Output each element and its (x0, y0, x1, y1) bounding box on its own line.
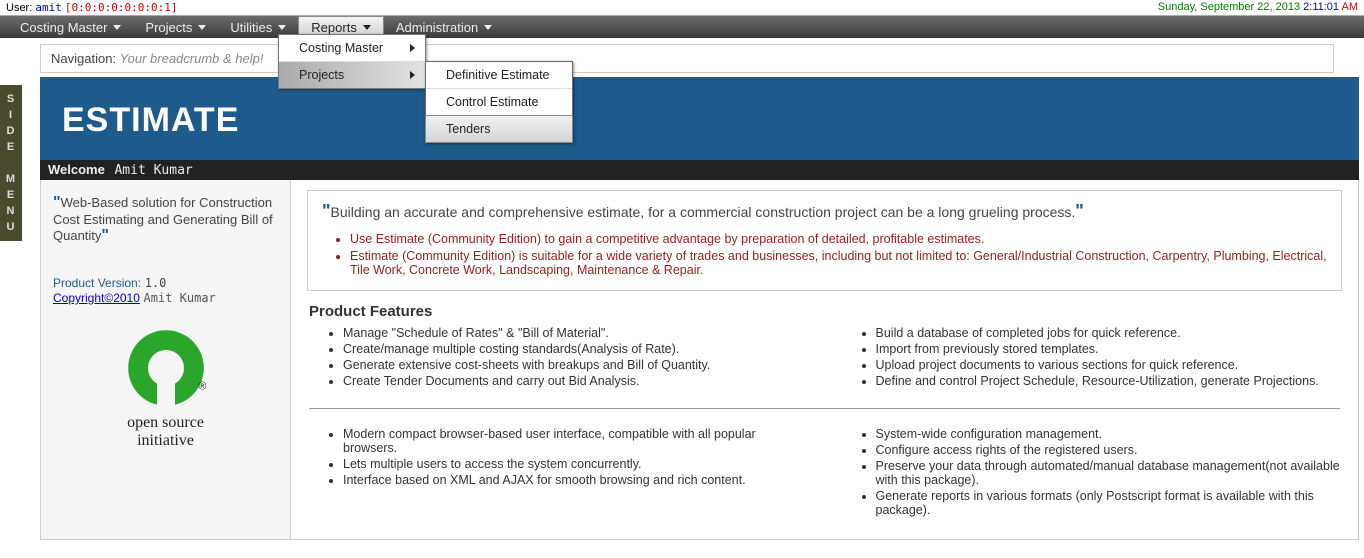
list-item: Build a database of completed jobs for q… (876, 326, 1343, 340)
osi-label-2: initiative (53, 433, 278, 449)
main-menu-bar: Costing MasterProjectsUtilitiesReportsAd… (0, 16, 1364, 38)
caret-down-icon (113, 25, 121, 30)
list-item: Modern compact browser-based user interf… (343, 427, 810, 455)
list-item: Create Tender Documents and carry out Bi… (343, 374, 810, 388)
quote-bullets: Use Estimate (Community Edition) to gain… (350, 232, 1327, 277)
list-item: Preserve your data through automated/man… (876, 459, 1343, 487)
list-item: Generate reports in various formats (onl… (876, 489, 1343, 517)
list-item: Define and control Project Schedule, Res… (876, 374, 1343, 388)
author-name: Amit Kumar (144, 291, 216, 305)
welcome-label: Welcome (48, 162, 105, 177)
welcome-user: Amit Kumar (114, 163, 192, 178)
reports-dropdown: Costing MasterProjects (278, 34, 426, 89)
submenu-control-estimate[interactable]: Control Estimate (426, 89, 572, 116)
osi-label-1: open source (53, 415, 278, 431)
main-panel: "Building an accurate and comprehensive … (291, 180, 1358, 539)
menu-projects[interactable]: Projects (133, 16, 218, 38)
tagline: Web-Based solution for Construction Cost… (53, 195, 273, 243)
side-menu-tab[interactable]: SIDE MENU (0, 85, 22, 241)
date-string: Sunday, September 22, 2013 (1158, 1, 1300, 13)
submenu-tenders[interactable]: Tenders (425, 115, 573, 143)
user-label: User: (6, 2, 32, 14)
list-item: Import from previously stored templates. (876, 342, 1343, 356)
app-title: ESTIMATE (62, 101, 1337, 140)
list-item: Create/manage multiple costing standards… (343, 342, 810, 356)
content-wrap: "Web-Based solution for Construction Cos… (40, 180, 1359, 540)
caret-down-icon (198, 25, 206, 30)
caret-right-icon (410, 71, 415, 79)
breadcrumb-text: Your breadcrumb & help! (120, 51, 264, 66)
product-version-value: 1.0 (145, 276, 167, 290)
app-banner: ESTIMATE (40, 77, 1359, 160)
list-item: Lets multiple users to access the system… (343, 457, 810, 471)
caret-down-icon (278, 25, 286, 30)
side-panel: "Web-Based solution for Construction Cos… (41, 180, 291, 539)
caret-down-icon (484, 25, 492, 30)
time-ampm: AM (1342, 1, 1359, 13)
dropdown-costing-master[interactable]: Costing Master (279, 35, 425, 62)
caret-right-icon (410, 44, 415, 52)
list-item: Use Estimate (Community Edition) to gain… (350, 232, 1327, 246)
svg-text:®: ® (198, 381, 206, 393)
user-name: amit (35, 1, 62, 14)
main-quote: Building an accurate and comprehensive e… (331, 204, 1076, 220)
features-left-1: Manage "Schedule of Rates" & "Bill of Ma… (343, 326, 810, 390)
user-ip: [0:0:0:0:0:0:0:1] (65, 1, 178, 14)
quote-close: " (101, 227, 109, 244)
features-right-1: Build a database of completed jobs for q… (876, 326, 1343, 390)
caret-down-icon (363, 25, 371, 30)
welcome-bar: Welcome Amit Kumar (40, 160, 1359, 180)
submenu-definitive-estimate[interactable]: Definitive Estimate (426, 62, 572, 89)
list-item: Configure access rights of the registere… (876, 443, 1343, 457)
time-main: 2:11:01 (1303, 1, 1339, 13)
nav-label: Navigation: (51, 51, 116, 66)
quote-box: "Building an accurate and comprehensive … (307, 190, 1342, 291)
quote-open: " (53, 194, 61, 211)
menu-costing-master[interactable]: Costing Master (8, 16, 133, 38)
list-item: Generate extensive cost-sheets with brea… (343, 358, 810, 372)
dropdown-projects[interactable]: Projects (279, 62, 425, 88)
list-item: Interface based on XML and AJAX for smoo… (343, 473, 810, 487)
copyright-link[interactable]: Copyright©2010 (53, 291, 140, 305)
osi-logo: ® open source initiative (53, 323, 278, 449)
list-item: System-wide configuration management. (876, 427, 1343, 441)
list-item: Estimate (Community Edition) is suitable… (350, 249, 1327, 277)
osi-icon: ® (121, 323, 211, 413)
list-item: Upload project documents to various sect… (876, 358, 1343, 372)
features-right-2: System-wide configuration management. Con… (876, 427, 1343, 519)
projects-submenu: Definitive EstimateControl EstimateTende… (425, 61, 573, 143)
features-left-2: Modern compact browser-based user interf… (343, 427, 810, 519)
top-status-bar: User: amit [0:0:0:0:0:0:0:1] Sunday, Sep… (0, 0, 1364, 16)
list-item: Manage "Schedule of Rates" & "Bill of Ma… (343, 326, 810, 340)
breadcrumb-bar: Navigation: Your breadcrumb & help! (40, 44, 1334, 73)
features-heading: Product Features (309, 303, 1342, 320)
separator (309, 408, 1340, 409)
product-version-label: Product Version: (53, 276, 141, 290)
